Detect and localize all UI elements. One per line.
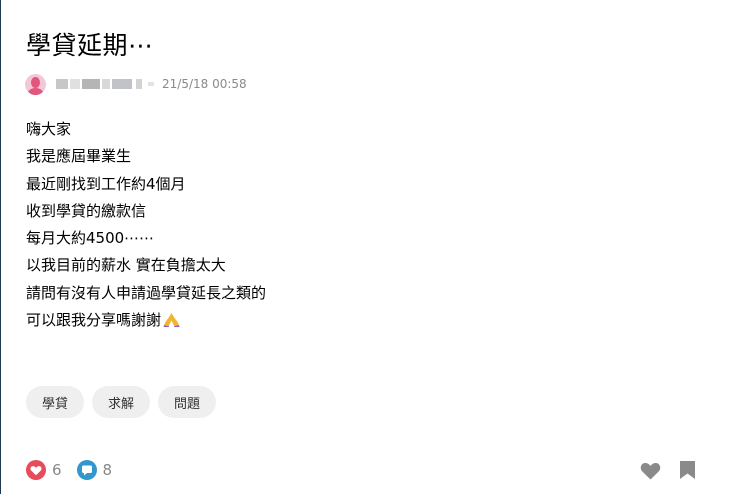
tag-seeking-answer[interactable]: 求解: [92, 386, 151, 418]
comment-bubble-icon: [76, 460, 97, 480]
post-page: 學貸延期⋯ 21/5/18 00:58 嗨大家 我是應屆畢業生 最近剛找到工作約…: [0, 0, 729, 494]
author-name-blurred[interactable]: [56, 79, 156, 89]
content-line: 最近剛找到工作約4個月: [26, 174, 186, 193]
content-line: 每月大約4500⋯⋯: [26, 229, 155, 248]
content-line: 收到學貸的繳款信: [26, 201, 147, 220]
content-line: 請問有沒有人申請過學貸延長之類的: [26, 283, 267, 302]
content-line-last: 可以跟我分享嗎謝謝: [26, 307, 266, 334]
tag-student-loan[interactable]: 學貸: [26, 386, 85, 418]
comment-count: 8: [102, 461, 113, 479]
post-meta: 21/5/18 00:58: [25, 73, 247, 95]
post-timestamp: 21/5/18 00:58: [162, 77, 247, 91]
tag-question[interactable]: 問題: [158, 386, 217, 418]
female-avatar-icon[interactable]: [25, 73, 46, 95]
pray-hands-icon: [163, 313, 180, 328]
comment-stat[interactable]: 8: [76, 459, 113, 481]
content-line: 嗨大家: [26, 120, 72, 138]
content-line: 我是應屆畢業生: [26, 147, 132, 166]
reaction-count: 6: [52, 461, 62, 479]
reaction-stat[interactable]: 6: [25, 459, 62, 481]
heart-reaction-icon: [26, 460, 46, 480]
post-title: 學貸延期⋯: [26, 31, 154, 60]
bookmark-icon[interactable]: [679, 460, 696, 480]
post-content: 嗨大家 我是應屆畢業生 最近剛找到工作約4個月 收到學貸的繳款信 每月大約450…: [26, 116, 266, 334]
heart-icon[interactable]: [640, 461, 661, 480]
content-line: 以我目前的薪水 實在負擔太大: [26, 256, 226, 275]
tag-list: 學貸 求解 問題: [26, 386, 217, 418]
post-actions: [640, 460, 696, 480]
post-stats: 6 8: [25, 459, 126, 481]
